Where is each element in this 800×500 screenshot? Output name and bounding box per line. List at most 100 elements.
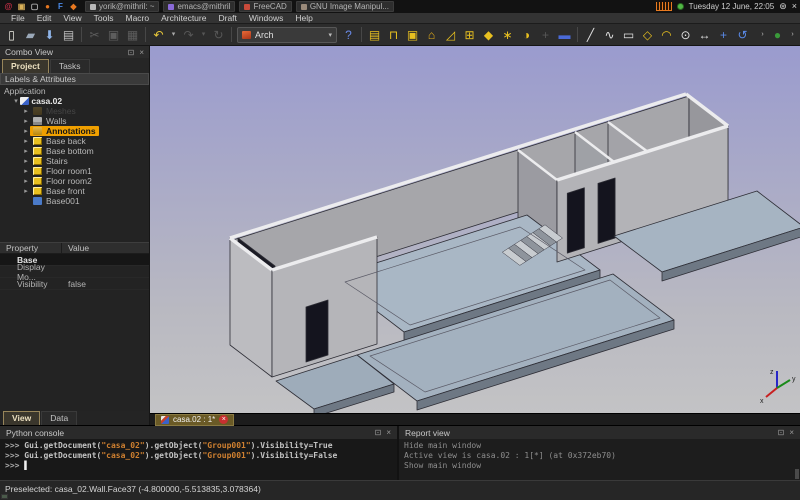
draft-wire-icon[interactable]: ∿ — [600, 26, 619, 44]
arch-window-icon[interactable]: ⊞ — [460, 26, 479, 44]
expand-icon[interactable]: ▸ — [22, 137, 30, 145]
arch-survey-icon[interactable]: ◑ — [517, 26, 536, 44]
draft-dimension-icon[interactable]: ↔ — [695, 26, 714, 44]
arch-add-component-icon[interactable]: + — [536, 26, 555, 44]
float-panel-icon[interactable]: ⊡ — [128, 48, 135, 57]
tree-item[interactable]: ▸ Floor room1 — [0, 166, 149, 176]
undo-icon[interactable]: ↶ — [149, 26, 168, 44]
menu-architecture[interactable]: Architecture — [155, 13, 212, 24]
blender-icon[interactable]: ◆ — [68, 1, 79, 12]
firefox-icon[interactable]: ● — [42, 1, 53, 12]
menu-draft[interactable]: Draft — [212, 13, 242, 24]
save-icon[interactable]: ⬇ — [40, 26, 59, 44]
draft-arc-icon[interactable]: ◠ — [657, 26, 676, 44]
terminal-icon[interactable]: ▢ — [29, 1, 40, 12]
taskbar-window-button[interactable]: GNU Image Manipul... — [295, 1, 394, 12]
property-row[interactable]: Display Mo... — [0, 262, 149, 282]
menu-file[interactable]: File — [5, 13, 31, 24]
close-panel-icon[interactable]: × — [789, 428, 794, 437]
taskbar-window-button[interactable]: emacs@mithril — [163, 1, 236, 12]
cut-icon[interactable]: ✂ — [85, 26, 104, 44]
menu-macro[interactable]: Macro — [119, 13, 155, 24]
paste-icon[interactable]: ▦ — [123, 26, 142, 44]
workbench-selector[interactable]: Arch ▾ — [237, 26, 337, 43]
3d-viewport[interactable]: z y x — [150, 46, 800, 413]
undo-dropdown-icon[interactable]: ▾ — [168, 26, 179, 44]
python-console-input[interactable]: >>> Gui.getDocument("casa_02").getObject… — [0, 439, 397, 480]
toolbar-overflow-icon[interactable]: › — [787, 26, 798, 44]
cpu-monitor-icon[interactable] — [655, 2, 672, 11]
draft-rotate-icon[interactable]: ↺ — [733, 26, 752, 44]
close-panel-icon[interactable]: × — [386, 428, 391, 437]
wmaker-logo-icon[interactable]: @ — [3, 1, 14, 12]
redo-dropdown-icon[interactable]: ▾ — [198, 26, 209, 44]
print-icon[interactable]: ▤ — [59, 26, 78, 44]
tab-data[interactable]: Data — [41, 411, 78, 425]
tab-view[interactable]: View — [3, 411, 41, 425]
menu-edit[interactable]: Edit — [31, 13, 58, 24]
arch-schedule-icon[interactable]: ▣ — [403, 26, 422, 44]
document-tab[interactable]: casa.02 : 1* × — [155, 413, 235, 426]
taskbar-window-button[interactable]: yorik@mithril: ~ — [85, 1, 160, 12]
fontforge-icon[interactable]: F — [55, 1, 66, 12]
collapse-icon[interactable]: ▾ — [12, 97, 20, 105]
close-session-icon[interactable]: × — [792, 2, 797, 11]
tab-project[interactable]: Project — [2, 59, 49, 73]
tree-item-document[interactable]: ▾ casa.02 — [0, 96, 149, 106]
menu-tools[interactable]: Tools — [88, 13, 120, 24]
open-folder-icon[interactable]: ▰ — [21, 26, 40, 44]
redo-icon[interactable]: ↷ — [179, 26, 198, 44]
property-row[interactable]: Visibility false — [0, 278, 149, 290]
notification-icon[interactable] — [676, 3, 684, 10]
toolbar-overflow-icon[interactable]: › — [757, 26, 768, 44]
tree-item[interactable]: ▸ Meshes — [0, 106, 149, 116]
expand-icon[interactable]: ▸ — [22, 157, 30, 165]
tree-item[interactable]: Base001 — [0, 196, 149, 206]
new-file-icon[interactable]: ▯ — [2, 26, 21, 44]
arch-wall-icon[interactable]: ▤ — [365, 26, 384, 44]
file-manager-icon[interactable]: ▣ — [16, 1, 27, 12]
arch-structure-icon[interactable]: ⊓ — [384, 26, 403, 44]
settings-icon[interactable]: ⊛ — [779, 2, 787, 11]
draft-polygon-icon[interactable]: ◇ — [638, 26, 657, 44]
tab-tasks[interactable]: Tasks — [49, 59, 90, 73]
arch-axis-icon[interactable]: ∗ — [498, 26, 517, 44]
tree-item[interactable]: ▸ Base front — [0, 186, 149, 196]
expand-icon[interactable]: ▸ — [22, 107, 30, 115]
draft-line-icon[interactable]: ╱ — [581, 26, 600, 44]
copy-icon[interactable]: ▣ — [104, 26, 123, 44]
refresh-icon[interactable]: ↻ — [209, 26, 228, 44]
draft-rectangle-icon[interactable]: ▭ — [619, 26, 638, 44]
tree-root-application[interactable]: Application — [0, 86, 149, 96]
whats-this-icon[interactable]: ? — [339, 26, 358, 44]
draft-circle-icon[interactable]: ⊙ — [676, 26, 695, 44]
scrollbar[interactable] — [795, 469, 799, 479]
close-panel-icon[interactable]: × — [139, 48, 144, 57]
tree-item[interactable]: ▸ Annotations — [0, 126, 149, 136]
arch-workbench-icon — [242, 30, 251, 39]
tree-item[interactable]: ▸ Base bottom — [0, 146, 149, 156]
tree-item[interactable]: ▸ Walls — [0, 116, 149, 126]
lock-icon[interactable]: ● — [768, 26, 787, 44]
expand-icon[interactable]: ▸ — [22, 147, 30, 155]
expand-icon[interactable]: ▸ — [22, 127, 30, 135]
float-panel-icon[interactable]: ⊡ — [778, 428, 785, 437]
float-panel-icon[interactable]: ⊡ — [375, 428, 382, 437]
draft-move-icon[interactable]: + — [714, 26, 733, 44]
menu-view[interactable]: View — [57, 13, 87, 24]
arch-roof-icon[interactable]: ◿ — [441, 26, 460, 44]
tree-item[interactable]: ▸ Stairs — [0, 156, 149, 166]
taskbar-window-button[interactable]: FreeCAD — [239, 1, 292, 12]
arch-section-plane-icon[interactable]: ◆ — [479, 26, 498, 44]
expand-icon[interactable]: ▸ — [22, 117, 30, 125]
arch-building-icon[interactable]: ⌂ — [422, 26, 441, 44]
arch-remove-component-icon[interactable]: ▬ — [555, 26, 574, 44]
menu-help[interactable]: Help — [289, 13, 318, 24]
expand-icon[interactable]: ▸ — [22, 177, 30, 185]
menu-windows[interactable]: Windows — [243, 13, 289, 24]
tree-item[interactable]: ▸ Base back — [0, 136, 149, 146]
tree-item[interactable]: ▸ Floor room2 — [0, 176, 149, 186]
expand-icon[interactable]: ▸ — [22, 187, 30, 195]
expand-icon[interactable]: ▸ — [22, 167, 30, 175]
close-tab-icon[interactable]: × — [219, 415, 229, 424]
